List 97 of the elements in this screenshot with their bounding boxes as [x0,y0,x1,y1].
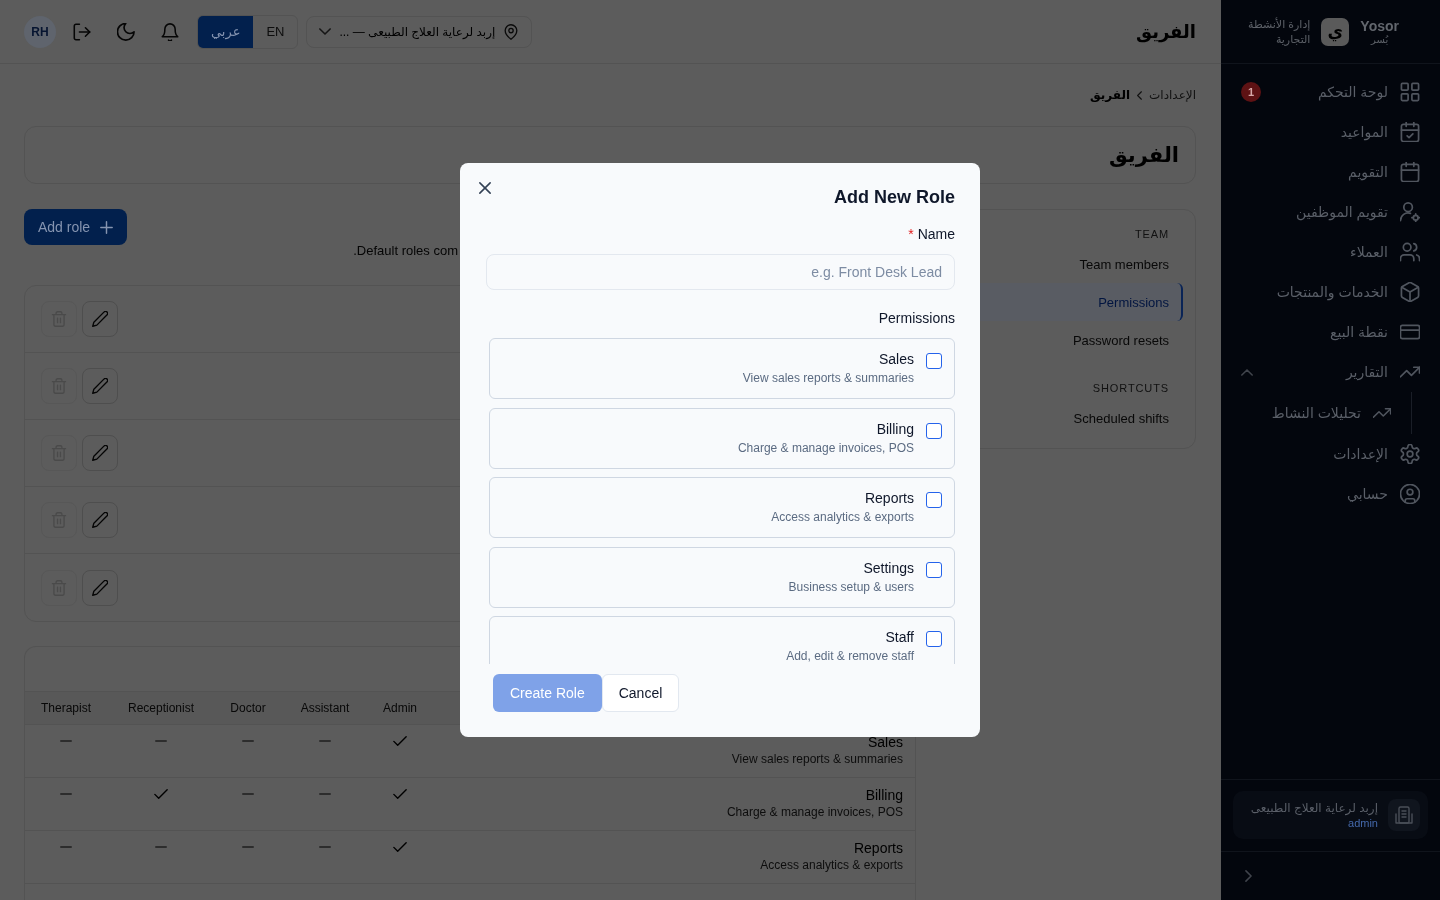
map-pin-icon [503,23,520,40]
credit-card-icon [1400,322,1420,342]
name-label: Name [917,225,955,243]
collapse-sidebar-button[interactable] [1245,870,1252,882]
sidebar-item[interactable]: الخدمات والمنتجات [1221,272,1440,312]
grid-icon [1400,82,1420,102]
chevron-right-icon [1245,870,1252,882]
business-name: إربد لرعاية العلاج الطبيعى [1250,800,1378,816]
required-mark: * [908,225,914,243]
checkbox[interactable] [926,353,942,369]
users-icon [1400,242,1420,262]
roles-description: .Default roles com [353,243,458,258]
sidebar-item[interactable]: الإعدادات [1221,434,1440,474]
column-header: Therapist [40,701,92,715]
permission-option-description: Access analytics & exports [771,509,914,525]
sidebar-item[interactable]: تقويم الموظفين [1221,192,1440,232]
building-icon [1388,799,1420,831]
checkbox[interactable] [926,561,942,578]
moon-icon [117,22,135,41]
permission-option[interactable]: Sales View sales reports & summaries [489,338,955,399]
permission-option-description: Business setup & users [788,578,914,595]
sidebar-item[interactable]: العملاء [1221,232,1440,272]
edit-button[interactable] [82,435,118,471]
box-icon [1400,282,1420,302]
name-input[interactable]: e.g. Front Desk Lead [486,254,955,290]
language-option[interactable]: EN [253,15,298,48]
brand-arabic-name: يُسر [1371,33,1389,46]
calendar-check-icon [1400,122,1420,142]
checkbox[interactable] [926,492,942,508]
location-select[interactable]: إربد لرعاية العلاج الطبيعى — ... [306,15,533,48]
pencil-icon [92,378,108,394]
sidebar-item[interactable]: التقويم [1221,152,1440,192]
notification-badge: 1 [1241,82,1261,102]
topbar-title: الفريق [1135,20,1196,43]
column-header: Receptionist [126,701,195,715]
permission-name: Sales [866,733,903,751]
sidebar-item[interactable]: حسابي [1221,474,1440,514]
user-avatar[interactable]: RH [24,15,56,48]
user-role: admin [1347,816,1378,830]
permission-option-name: Billing [875,419,914,438]
subnav-item[interactable]: Team members [953,245,1183,283]
sidebar-item[interactable]: المواعيد [1221,112,1440,152]
add-role-button[interactable]: Add role [24,209,128,245]
column-header: Assistant [299,701,351,715]
column-header: Admin [382,701,418,715]
permission-option[interactable]: Billing Charge & manage invoices, POS [489,407,955,469]
pencil-icon [92,311,108,327]
permission-option-name: Staff [884,628,914,646]
permission-option-name: Sales [877,350,914,368]
bell-icon [161,22,179,41]
column-header: Doctor [229,701,267,715]
pencil-icon [92,579,108,596]
permission-option[interactable]: Reports Access analytics & exports [489,477,955,538]
permission-name: Reports [852,839,903,857]
sidebar-item[interactable]: التقارير [1221,352,1440,392]
permission-description: Access analytics & exports [759,857,903,873]
permission-description: View sales reports & summaries [730,751,903,767]
sidebar-item[interactable]: نقطة البيع [1221,312,1440,352]
brand-name: Yosor [1360,17,1399,34]
chevron-left-icon [1137,90,1143,100]
page-title: الفريق [1108,143,1179,167]
permission-option-description: Charge & manage invoices, POS [737,439,914,456]
dialog-title: Add New Role [834,186,955,208]
permission-option-name: Settings [862,558,914,577]
close-button[interactable] [477,180,493,196]
logo-tile: ي [1321,17,1350,46]
close-icon [479,182,491,194]
calendar-icon [1400,162,1420,182]
permission-description: Charge & manage invoices, POS [725,804,903,820]
permission-option-description: View sales reports & summaries [742,370,914,386]
permission-name: Billing [864,786,903,804]
cancel-button[interactable]: Cancel [601,674,680,712]
checkbox[interactable] [926,631,942,647]
permission-option[interactable]: Settings Business setup & users [489,546,955,608]
language-option[interactable]: عربي [198,15,254,48]
logout-icon [73,22,91,41]
pencil-icon [92,445,108,461]
checkbox[interactable] [926,422,942,439]
pencil-icon [92,512,108,528]
chevron-down-icon [319,28,332,35]
permission-option-name: Reports [863,489,914,507]
plus-icon [100,220,114,234]
breadcrumb-link[interactable]: الإعدادات [1149,88,1196,102]
subnav-heading: TEAM [1133,227,1170,242]
brand-tagline: إدارة الأنشطة التجارية [1248,16,1311,47]
edit-button[interactable] [82,368,118,404]
breadcrumb-link[interactable]: الفريق [1090,88,1131,102]
user-gear-icon [1400,202,1420,222]
permissions-label: Permissions [877,309,955,327]
settings-icon [1400,444,1420,464]
edit-button[interactable] [82,569,118,606]
edit-button[interactable] [82,502,118,538]
permission-option-description: Add, edit & remove staff [786,648,914,664]
subnav-heading: SHORTCUTS [1091,381,1170,396]
subnav-item[interactable]: Scheduled shifts [953,399,1183,437]
sidebar-subitem[interactable]: تحليلات النشاط [1221,392,1411,434]
edit-button[interactable] [82,301,118,337]
